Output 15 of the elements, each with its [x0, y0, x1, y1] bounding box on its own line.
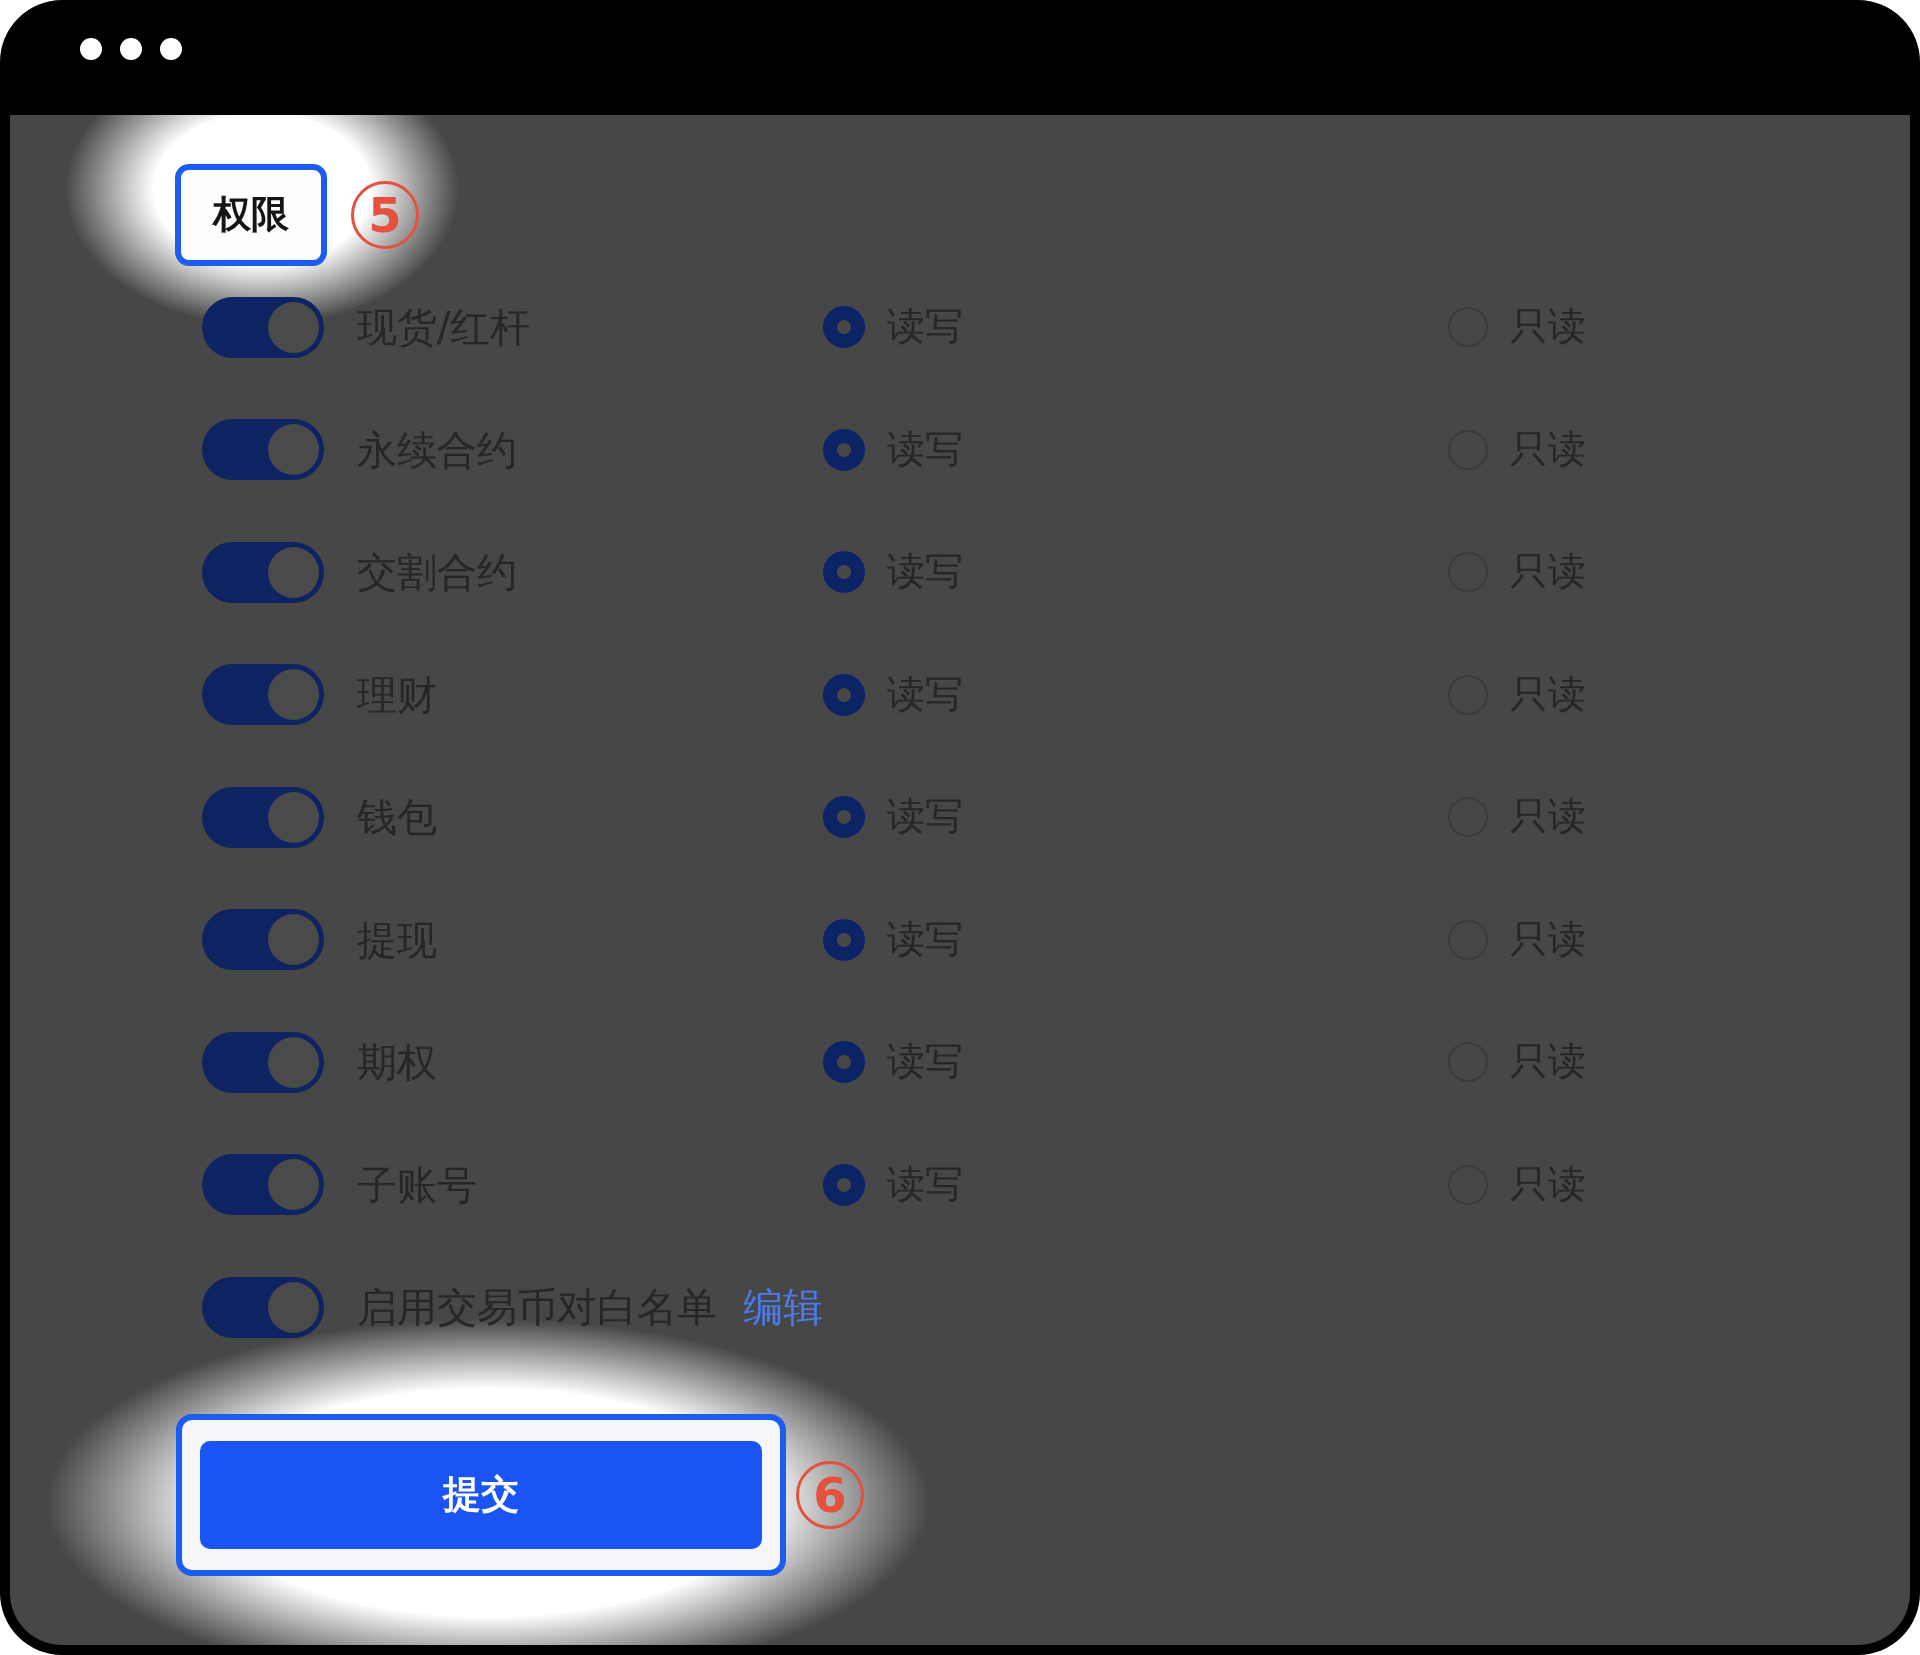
- section-title: 权限: [213, 192, 289, 238]
- radio-button[interactable]: [823, 796, 865, 839]
- dot-icon: [120, 38, 142, 60]
- dot-icon: [80, 38, 102, 60]
- radio-button[interactable]: [823, 1041, 865, 1084]
- radio-button[interactable]: [823, 306, 865, 349]
- submit-button[interactable]: 提交: [200, 1440, 762, 1549]
- dot-icon: [160, 38, 182, 60]
- step-number: 5: [351, 181, 419, 249]
- radio-button[interactable]: [823, 1163, 865, 1206]
- radio-button[interactable]: [823, 673, 865, 716]
- radio-button[interactable]: [823, 918, 865, 961]
- radio-button[interactable]: [823, 428, 865, 471]
- step-number: 6: [796, 1460, 864, 1529]
- radio-button[interactable]: [823, 551, 865, 594]
